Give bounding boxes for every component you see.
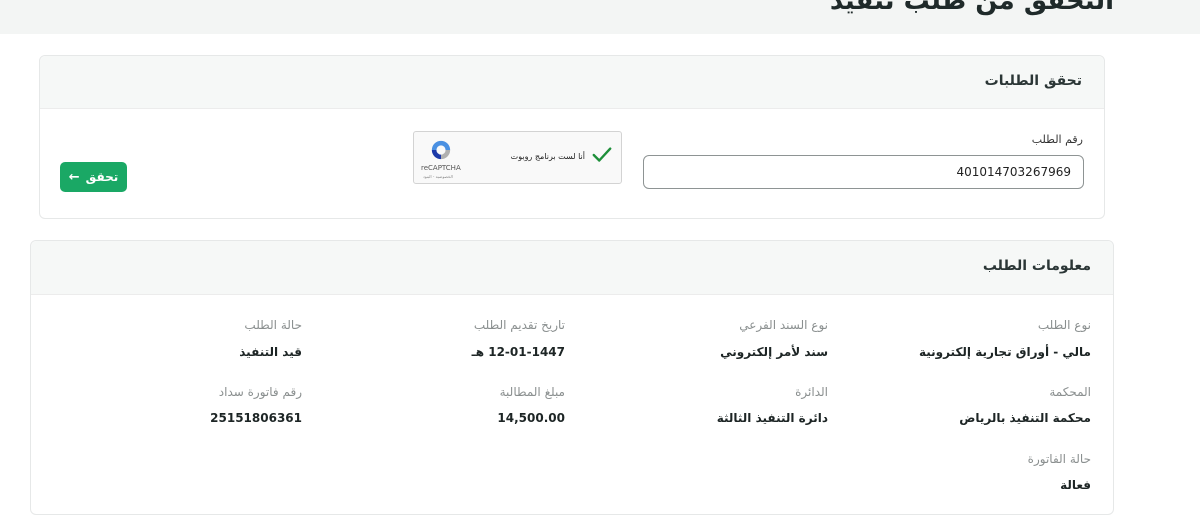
sadad-invoice-label: رقم فاتورة سداد (218, 385, 302, 399)
info-card-header: معلومات الطلب (31, 241, 1113, 295)
circuit-label: الدائرة (795, 385, 828, 399)
verify-button-label: تحقق (85, 170, 119, 184)
page-title: التحقق من طلب تنفيذ (829, 0, 1114, 16)
info-card-title: معلومات الطلب (982, 258, 1091, 274)
submission-date-label: تاريخ تقديم الطلب (473, 318, 565, 332)
invoice-status-label: حالة الفاتورة (1027, 452, 1091, 466)
claim-amount-value: 14,500.00 (497, 411, 565, 425)
submission-date-value: 12-01-1447 هـ (471, 345, 565, 359)
recaptcha-logo-icon (431, 140, 451, 160)
sub-document-type-label: نوع السند الفرعي (739, 318, 828, 332)
request-number-label: رقم الطلب (1031, 133, 1083, 146)
request-type-value: مالي - أوراق تجارية إلكترونية (918, 345, 1091, 359)
circuit-value: دائرة التنفيذ الثالثة (716, 411, 828, 425)
sadad-invoice-value: 25151806361 (210, 411, 302, 425)
recaptcha-brand: reCAPTCHA (421, 164, 461, 172)
request-number-input[interactable] (643, 155, 1084, 189)
verify-requests-card: تحقق الطلبات رقم الطلب أنا لست برنامج رو… (39, 55, 1105, 219)
verify-button[interactable]: تحقق ← (60, 162, 127, 192)
request-status-label: حالة الطلب (244, 318, 302, 332)
sub-document-type-value: سند لأمر إلكتروني (720, 345, 828, 359)
request-type-label: نوع الطلب (1037, 318, 1091, 332)
recaptcha-privacy-links[interactable]: الخصوصية - البنود (423, 174, 453, 179)
verify-card-title: تحقق الطلبات (984, 73, 1082, 89)
recaptcha-widget[interactable]: أنا لست برنامج روبوت reCAPTCHA الخصوصية … (413, 131, 622, 184)
recaptcha-label: أنا لست برنامج روبوت (510, 152, 585, 161)
verify-card-header: تحقق الطلبات (40, 56, 1104, 109)
invoice-status-value: فعالة (1060, 478, 1091, 492)
request-info-card: معلومات الطلب نوع الطلب مالي - أوراق تجا… (30, 240, 1114, 515)
court-value: محكمة التنفيذ بالرياض (959, 411, 1091, 425)
claim-amount-label: مبلغ المطالبة (499, 385, 565, 399)
arrow-left-icon: ← (68, 169, 80, 185)
checkmark-icon[interactable] (591, 144, 613, 166)
court-label: المحكمة (1049, 385, 1091, 399)
page-header: التحقق من طلب تنفيذ (0, 0, 1200, 34)
request-status-value: قيد التنفيذ (239, 345, 302, 359)
